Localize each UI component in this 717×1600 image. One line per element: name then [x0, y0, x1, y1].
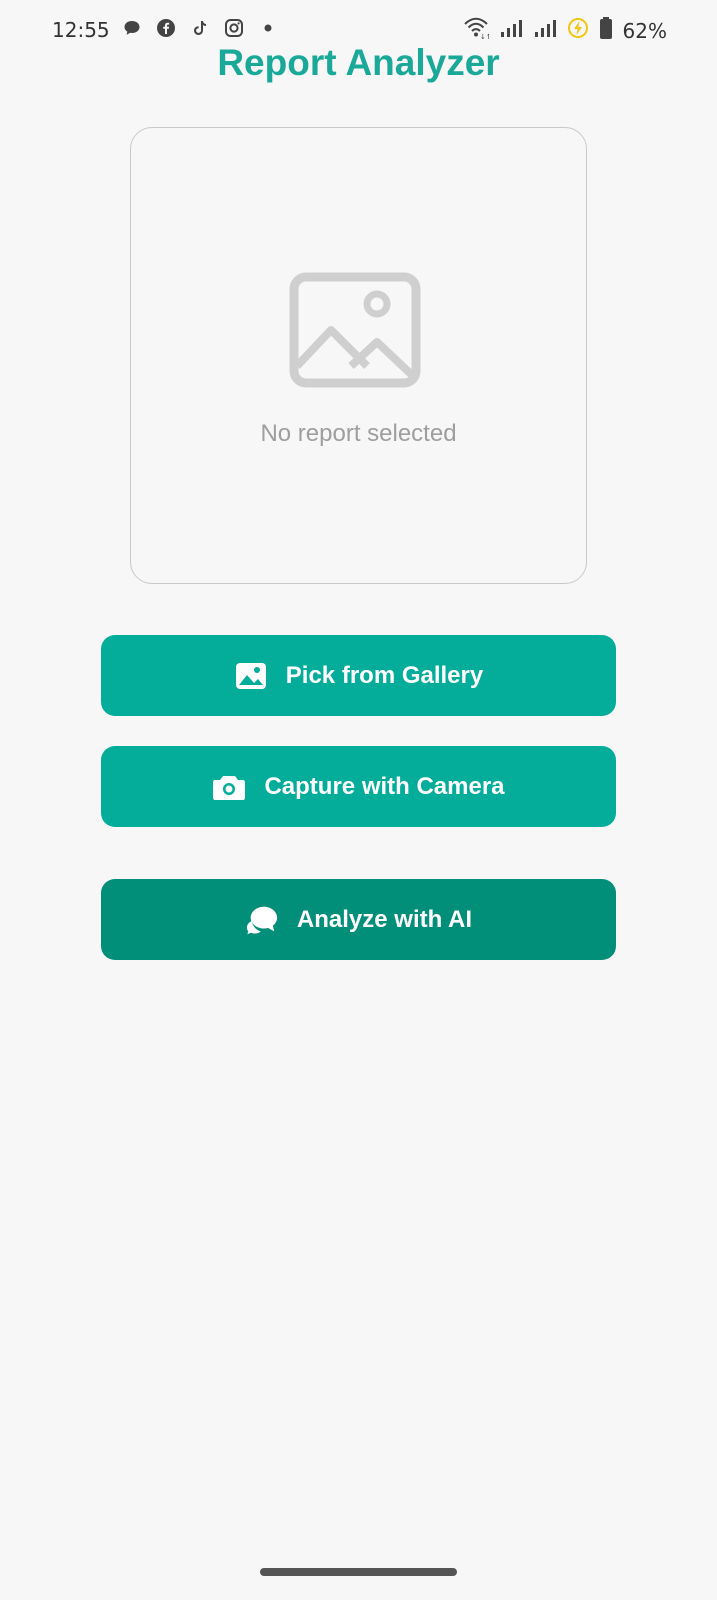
empty-preview-text: No report selected — [260, 420, 457, 447]
analyze-with-ai-button[interactable]: Analyze with AI — [101, 879, 616, 960]
status-time: 12:55 — [52, 18, 110, 42]
chat-bubble-icon — [122, 18, 142, 38]
tiktok-icon — [190, 18, 210, 38]
svg-text:↓↑: ↓↑ — [480, 33, 489, 39]
pick-from-gallery-button[interactable]: Pick from Gallery — [101, 635, 616, 716]
image-icon — [234, 659, 268, 693]
dot-icon — [258, 18, 278, 38]
page-title: Report Analyzer — [217, 42, 500, 83]
report-preview[interactable]: No report selected — [130, 127, 587, 584]
signal-icon — [533, 18, 557, 43]
facebook-icon — [156, 18, 176, 38]
analyze-with-ai-label: Analyze with AI — [296, 905, 473, 933]
system-icons: ↓↑ 62% — [463, 16, 667, 45]
image-placeholder-icon — [289, 272, 421, 388]
battery-percent: 62% — [622, 18, 667, 43]
charging-icon — [567, 17, 589, 44]
camera-icon — [212, 770, 246, 804]
signal-icon — [499, 18, 523, 43]
home-indicator[interactable] — [260, 1568, 457, 1576]
instagram-icon — [224, 18, 244, 38]
notification-icons — [122, 18, 278, 38]
capture-with-camera-label: Capture with Camera — [264, 772, 505, 800]
pick-from-gallery-label: Pick from Gallery — [285, 661, 484, 689]
wifi-icon: ↓↑ — [463, 17, 491, 44]
chat-bubbles-icon — [245, 903, 279, 937]
capture-with-camera-button[interactable]: Capture with Camera — [101, 746, 616, 827]
battery-icon — [599, 16, 613, 45]
